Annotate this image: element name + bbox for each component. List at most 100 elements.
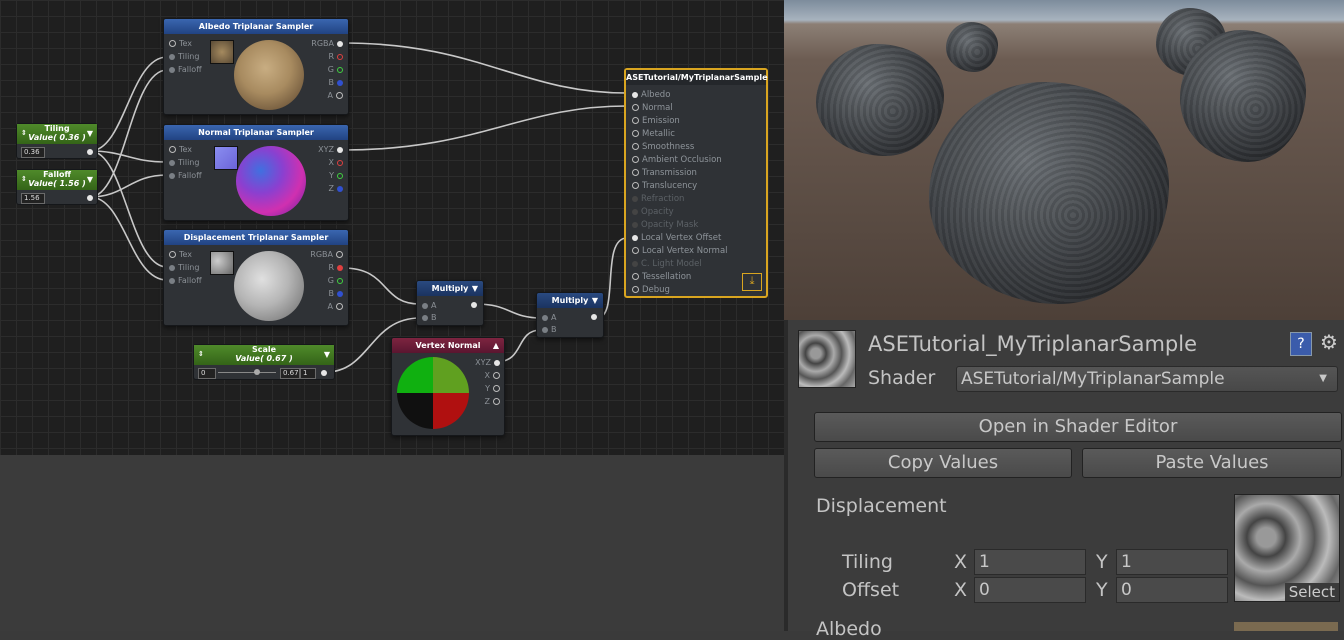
displacement-texture-slot[interactable]: Select	[1234, 494, 1340, 602]
port-b[interactable]: B	[329, 289, 335, 298]
albedo-sampler-title[interactable]: Albedo Triplanar Sampler	[164, 19, 348, 34]
shader-dropdown[interactable]: ASETutorial/MyTriplanarSample ▼	[956, 366, 1338, 392]
port-debug[interactable]: Debug	[642, 285, 670, 295]
multiply-node-1-header[interactable]: Multiply ▼	[417, 281, 483, 296]
port-refraction[interactable]: Refraction	[641, 194, 684, 204]
port-z[interactable]: Z	[485, 397, 490, 406]
port-tex[interactable]: Tex	[179, 39, 192, 48]
port-metallic[interactable]: Metallic	[642, 129, 675, 139]
port-falloff[interactable]: Falloff	[178, 276, 202, 285]
multiply-1-output-port[interactable]	[471, 302, 477, 308]
master-node-title[interactable]: ASETutorial/MyTriplanarSample	[626, 70, 768, 85]
port-y[interactable]: Y	[329, 171, 334, 180]
dropdown-arrow-icon[interactable]: ▼	[87, 129, 93, 138]
port-x[interactable]: X	[485, 371, 490, 380]
vertex-normal-header[interactable]: Vertex Normal ▲	[392, 338, 504, 353]
port-a[interactable]: A	[431, 301, 436, 310]
port-ambient-occlusion[interactable]: Ambient Occlusion	[642, 155, 722, 165]
material-preview-viewport[interactable]	[784, 0, 1344, 320]
tiling-param-header[interactable]: ⇕ Tiling Value( 0.36 ) ▼	[17, 124, 97, 144]
offset-x-input[interactable]: 0	[974, 577, 1086, 603]
copy-values-button[interactable]: Copy Values	[814, 448, 1072, 478]
port-smoothness[interactable]: Smoothness	[642, 142, 694, 152]
dropdown-arrow-icon[interactable]: ▼	[472, 281, 478, 296]
multiply-node-2[interactable]: Multiply ▼ A B	[536, 292, 604, 338]
port-falloff[interactable]: Falloff	[178, 65, 202, 74]
port-a[interactable]: A	[328, 91, 333, 100]
port-b[interactable]: B	[431, 313, 437, 322]
normal-sampler-node[interactable]: Normal Triplanar Sampler Tex Tiling Fall…	[163, 124, 349, 221]
port-z[interactable]: Z	[329, 184, 334, 193]
falloff-value-field[interactable]: 1.56	[21, 193, 45, 204]
vertex-normal-node[interactable]: Vertex Normal ▲ XYZ X Y Z	[391, 337, 505, 436]
port-emission[interactable]: Emission	[642, 116, 680, 126]
port-albedo[interactable]: Albedo	[641, 90, 670, 100]
port-opacity-mask[interactable]: Opacity Mask	[641, 220, 698, 230]
scale-output-port[interactable]	[321, 370, 327, 376]
albedo-sampler-node[interactable]: Albedo Triplanar Sampler Tex Tiling Fall…	[163, 18, 349, 115]
scale-slider-track[interactable]	[218, 372, 276, 373]
scale-min-field[interactable]: 0	[198, 368, 216, 379]
drag-handle-icon[interactable]: ⇕	[21, 129, 27, 138]
select-texture-button[interactable]: Select	[1284, 583, 1339, 601]
port-translucency[interactable]: Translucency	[642, 181, 697, 191]
normal-sampler-title[interactable]: Normal Triplanar Sampler	[164, 125, 348, 140]
paste-values-button[interactable]: Paste Values	[1082, 448, 1342, 478]
falloff-param-header[interactable]: ⇕ Falloff Value( 1.56 ) ▼	[17, 170, 97, 190]
port-a[interactable]: A	[551, 313, 556, 322]
port-r[interactable]: R	[328, 263, 334, 272]
scale-slider-handle[interactable]	[254, 369, 260, 375]
tiling-y-input[interactable]: 1	[1116, 549, 1228, 575]
port-opacity[interactable]: Opacity	[641, 207, 674, 217]
texture-thumbnail[interactable]	[210, 40, 234, 64]
port-normal[interactable]: Normal	[642, 103, 673, 113]
tiling-x-input[interactable]: 1	[974, 549, 1086, 575]
help-book-icon[interactable]: ?	[1290, 332, 1312, 356]
texture-thumbnail[interactable]	[214, 146, 238, 170]
multiply-2-output-port[interactable]	[591, 314, 597, 320]
tiling-output-port[interactable]	[87, 149, 93, 155]
open-in-shader-editor-button[interactable]: Open in Shader Editor	[814, 412, 1342, 442]
texture-thumbnail[interactable]	[210, 251, 234, 275]
dropdown-arrow-icon[interactable]: ▼	[87, 175, 93, 184]
port-tex[interactable]: Tex	[179, 250, 192, 259]
multiply-node-1[interactable]: Multiply ▼ A B	[416, 280, 484, 326]
port-tex[interactable]: Tex	[179, 145, 192, 154]
drag-handle-icon[interactable]: ⇕	[198, 350, 204, 359]
node-graph-canvas[interactable]: ⇕ Tiling Value( 0.36 ) ▼ 0.36 ⇕ Falloff …	[0, 0, 784, 455]
port-tessellation[interactable]: Tessellation	[642, 272, 691, 282]
port-g[interactable]: G	[328, 65, 334, 74]
port-tiling[interactable]: Tiling	[178, 52, 199, 61]
port-x[interactable]: X	[329, 158, 334, 167]
port-rgba[interactable]: RGBA	[310, 250, 333, 259]
offset-y-input[interactable]: 0	[1116, 577, 1228, 603]
port-local-vertex-offset[interactable]: Local Vertex Offset	[641, 233, 721, 243]
port-a[interactable]: A	[328, 302, 333, 311]
dropdown-arrow-icon[interactable]: ▼	[592, 293, 598, 308]
port-local-vertex-normal[interactable]: Local Vertex Normal	[642, 246, 728, 256]
scale-value-field[interactable]: 0.67	[280, 368, 300, 379]
multiply-node-2-header[interactable]: Multiply ▼	[537, 293, 603, 308]
port-b[interactable]: B	[551, 325, 557, 334]
port-xyz[interactable]: XYZ	[318, 145, 334, 154]
collapse-arrow-icon[interactable]: ▲	[493, 338, 499, 353]
save-download-icon[interactable]: ⤓	[742, 273, 762, 291]
displacement-sampler-title[interactable]: Displacement Triplanar Sampler	[164, 230, 348, 245]
port-r[interactable]: R	[328, 52, 334, 61]
port-b[interactable]: B	[329, 78, 335, 87]
displacement-sampler-node[interactable]: Displacement Triplanar Sampler Tex Tilin…	[163, 229, 349, 326]
port-tiling[interactable]: Tiling	[178, 158, 199, 167]
port-g[interactable]: G	[328, 276, 334, 285]
port-rgba[interactable]: RGBA	[311, 39, 334, 48]
albedo-texture-slot[interactable]	[1234, 622, 1338, 631]
tiling-value-field[interactable]: 0.36	[21, 147, 45, 158]
tiling-param-node[interactable]: ⇕ Tiling Value( 0.36 ) ▼ 0.36	[16, 123, 98, 159]
port-y[interactable]: Y	[485, 384, 490, 393]
gear-icon[interactable]: ⚙	[1320, 330, 1338, 354]
master-output-node[interactable]: ASETutorial/MyTriplanarSample Albedo Nor…	[624, 68, 768, 298]
port-xyz[interactable]: XYZ	[475, 358, 491, 367]
port-c-light-model[interactable]: C. Light Model	[641, 259, 702, 269]
dropdown-arrow-icon[interactable]: ▼	[324, 350, 330, 359]
scale-param-node[interactable]: ⇕ Scale Value( 0.67 ) ▼ 0 0.67 1	[193, 344, 335, 380]
scale-param-header[interactable]: ⇕ Scale Value( 0.67 ) ▼	[194, 345, 334, 365]
